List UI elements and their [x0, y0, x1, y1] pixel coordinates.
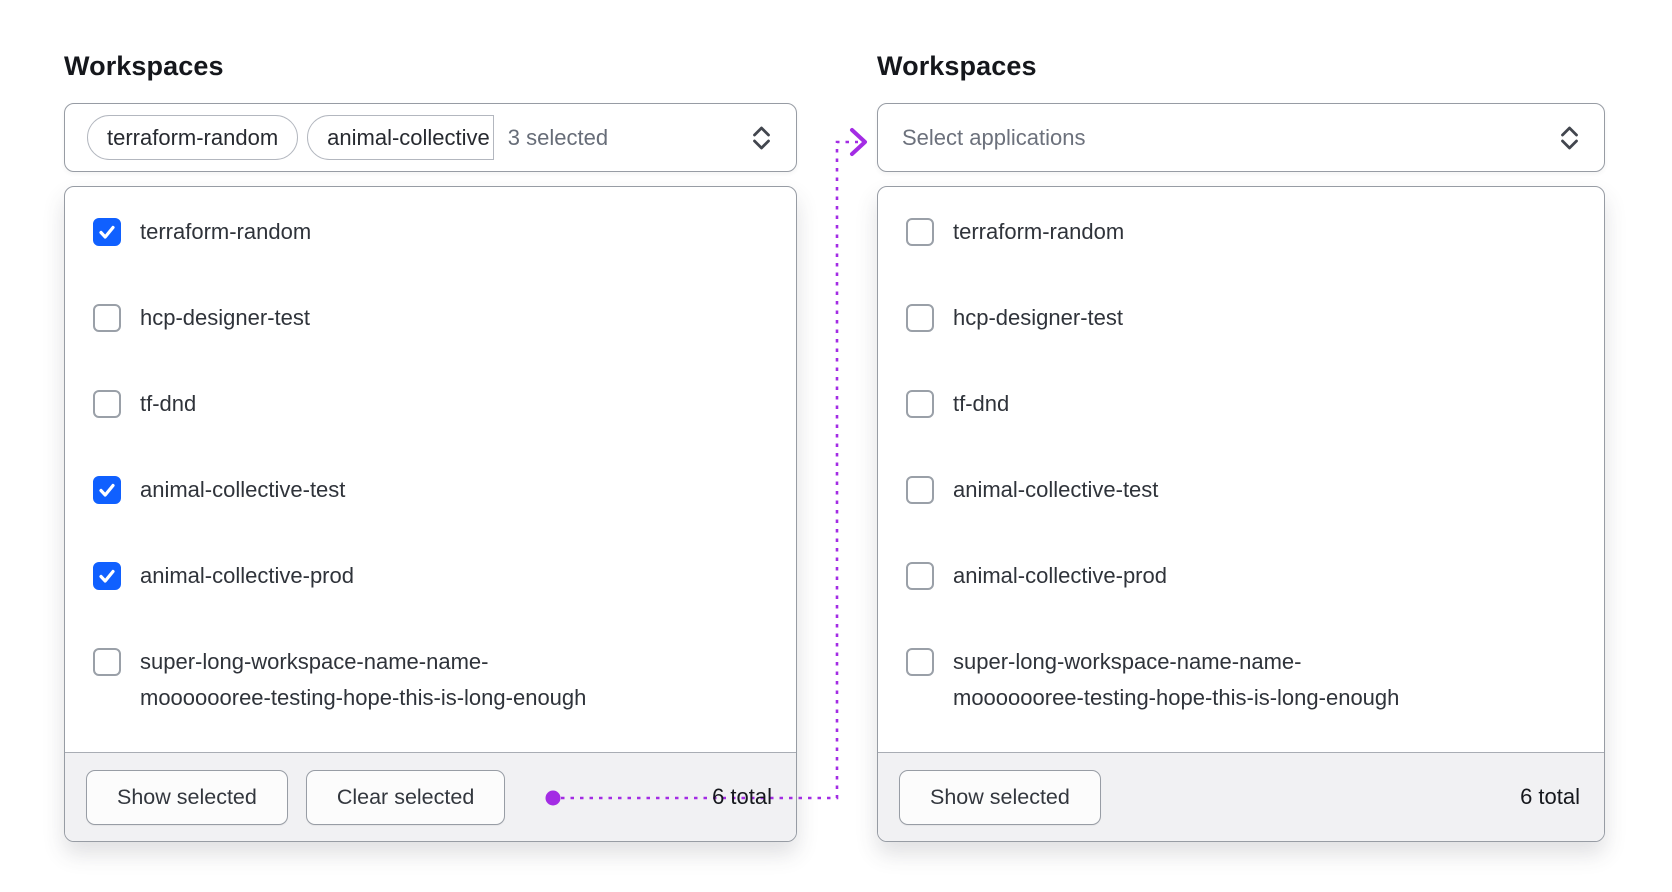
multiselect-toggle-empty[interactable]: Select applications	[877, 103, 1605, 172]
option-row[interactable]: terraform-random	[906, 214, 1576, 250]
option-label: super-long-workspace-name-name- moooooor…	[953, 649, 1400, 710]
dropdown-footer: Show selected Clear selected 6 total	[65, 752, 796, 841]
checkbox-unchecked[interactable]	[906, 562, 934, 590]
option-row[interactable]: animal-collective-test	[93, 472, 768, 508]
options-list: terraform-random hcp-designer-test tf-dnd a…	[878, 187, 1604, 752]
option-label: super-long-workspace-name-name- moooooor…	[140, 649, 587, 710]
total-count-text: 6 total	[1520, 784, 1580, 809]
checkbox-unchecked[interactable]	[93, 390, 121, 418]
checkbox-unchecked[interactable]	[906, 648, 934, 676]
total-count-text: 6 total	[712, 784, 772, 809]
show-selected-button[interactable]: Show selected	[899, 769, 1101, 825]
checkbox-unchecked[interactable]	[906, 476, 934, 504]
workspaces-multiselect-left: Workspaces terraform-random animal-colle…	[64, 52, 797, 892]
clear-selected-button[interactable]: Clear selected	[305, 769, 506, 825]
chevron-up-down-icon	[1561, 126, 1578, 149]
options-list: terraform-random hcp-designer-test tf-dnd a…	[65, 187, 796, 752]
option-label: terraform-random	[140, 219, 312, 244]
checkbox-unchecked[interactable]	[906, 304, 934, 332]
toggle-placeholder-text: Select applications	[902, 124, 1086, 150]
option-label: hcp-designer-test	[140, 305, 310, 330]
option-row[interactable]: animal-collective-prod	[906, 558, 1576, 594]
selected-tag[interactable]: terraform-random	[87, 115, 299, 160]
option-label: terraform-random	[953, 219, 1125, 244]
panel-label: Workspaces	[64, 51, 224, 81]
show-selected-button[interactable]: Show selected	[86, 769, 288, 825]
chevron-up-down-icon	[753, 126, 770, 149]
options-dropdown: terraform-random hcp-designer-test tf-dnd a…	[877, 186, 1605, 842]
checkbox-unchecked[interactable]	[93, 648, 121, 676]
checkbox-unchecked[interactable]	[906, 390, 934, 418]
option-label: animal-collective-test	[953, 477, 1159, 502]
option-label: tf-dnd	[953, 391, 1010, 416]
option-label: animal-collective-prod	[140, 563, 354, 588]
option-row[interactable]: terraform-random	[93, 214, 768, 250]
option-label: tf-dnd	[140, 391, 197, 416]
option-row[interactable]: tf-dnd	[906, 386, 1576, 422]
option-row[interactable]: animal-collective-prod	[93, 558, 768, 594]
option-label: hcp-designer-test	[953, 305, 1123, 330]
option-label: animal-collective-prod	[953, 563, 1167, 588]
panel-label: Workspaces	[877, 51, 1037, 81]
checkbox-unchecked[interactable]	[93, 304, 121, 332]
check-icon	[99, 225, 115, 239]
multiselect-toggle[interactable]: terraform-random animal-collective 3 sel…	[64, 103, 797, 172]
option-label: animal-collective-test	[140, 477, 346, 502]
checkbox-checked[interactable]	[93, 476, 121, 504]
checkbox-checked[interactable]	[93, 218, 121, 246]
checkbox-unchecked[interactable]	[906, 218, 934, 246]
option-row[interactable]: hcp-designer-test	[906, 300, 1576, 336]
selected-count-text: 3 selected	[507, 124, 609, 150]
checkbox-checked[interactable]	[93, 562, 121, 590]
option-row[interactable]: hcp-designer-test	[93, 300, 768, 336]
check-icon	[99, 569, 115, 583]
option-row[interactable]: tf-dnd	[93, 386, 768, 422]
option-row[interactable]: super-long-workspace-name-name- moooooor…	[93, 644, 768, 716]
dropdown-footer: Show selected 6 total	[878, 752, 1604, 841]
check-icon	[99, 483, 115, 497]
selected-tag-clipped[interactable]: animal-collective	[307, 115, 494, 160]
option-row[interactable]: animal-collective-test	[906, 472, 1576, 508]
options-dropdown: terraform-random hcp-designer-test tf-dnd a…	[64, 186, 797, 842]
page: Workspaces terraform-random animal-colle…	[0, 0, 1672, 892]
workspaces-multiselect-right: Workspaces Select applications terraform…	[877, 52, 1605, 892]
option-row[interactable]: super-long-workspace-name-name- moooooor…	[906, 644, 1576, 716]
